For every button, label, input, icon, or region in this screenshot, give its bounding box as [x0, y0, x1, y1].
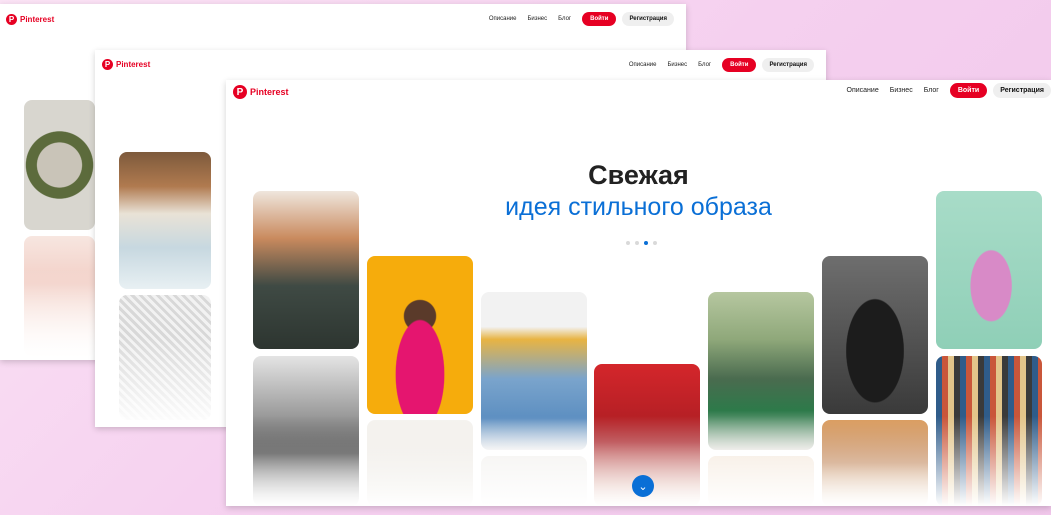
scroll-down-button[interactable]: ⌄: [632, 475, 654, 497]
pinterest-logo-icon: P: [233, 85, 247, 99]
signup-button[interactable]: Регистрация: [762, 58, 814, 72]
man-in-pink-sweater-photo[interactable]: [367, 256, 473, 414]
nav-business-link[interactable]: Бизнес: [667, 62, 687, 68]
woman-in-plaid-jacket-photo[interactable]: [253, 191, 359, 349]
pinterest-logo-text: Pinterest: [20, 15, 55, 24]
carousel-dot-active[interactable]: [644, 241, 648, 245]
nav-business-link[interactable]: Бизнес: [890, 87, 913, 94]
nav-about-link[interactable]: Описание: [489, 16, 517, 22]
carousel-dot[interactable]: [626, 241, 630, 245]
nav-blog-link[interactable]: Блог: [698, 62, 711, 68]
woman-in-pink-dress-photo[interactable]: [936, 191, 1042, 349]
carousel-dot[interactable]: [635, 241, 639, 245]
kitchen-shelf-photo[interactable]: [119, 152, 211, 289]
pinterest-logo-text: Pinterest: [250, 87, 289, 97]
nav-about-link[interactable]: Описание: [629, 62, 657, 68]
login-button[interactable]: Войти: [722, 58, 757, 72]
carousel-dots: [626, 241, 657, 245]
top-nav: Описание Бизнес Блог Войти Регистрация: [847, 83, 1051, 98]
login-button[interactable]: Войти: [949, 83, 988, 98]
nav-blog-link[interactable]: Блог: [558, 16, 571, 22]
pinterest-logo-icon: P: [6, 14, 17, 25]
pinterest-logo-text: Pinterest: [116, 60, 151, 69]
top-nav: Описание Бизнес Блог Войти Регистрация: [629, 58, 814, 72]
carousel-dot[interactable]: [653, 241, 657, 245]
nav-blog-link[interactable]: Блог: [924, 87, 939, 94]
pinterest-logo-icon: P: [102, 59, 113, 70]
top-nav: Описание Бизнес Блог Войти Регистрация: [489, 12, 674, 26]
chevron-down-icon: ⌄: [638, 480, 648, 493]
pinterest-logo[interactable]: P Pinterest: [233, 85, 289, 99]
signup-button[interactable]: Регистрация: [993, 83, 1051, 98]
pinterest-logo[interactable]: P Pinterest: [6, 14, 54, 25]
hero-title: Свежая: [588, 160, 689, 190]
pinterest-logo[interactable]: P Pinterest: [102, 59, 150, 70]
nav-about-link[interactable]: Описание: [847, 87, 879, 94]
food-photo[interactable]: [24, 100, 95, 230]
browser-window-front: P Pinterest Описание Бизнес Блог Войти Р…: [226, 80, 1051, 506]
nav-business-link[interactable]: Бизнес: [527, 16, 547, 22]
login-button[interactable]: Войти: [582, 12, 617, 26]
man-black-and-white-photo[interactable]: [822, 256, 928, 414]
signup-button[interactable]: Регистрация: [622, 12, 674, 26]
